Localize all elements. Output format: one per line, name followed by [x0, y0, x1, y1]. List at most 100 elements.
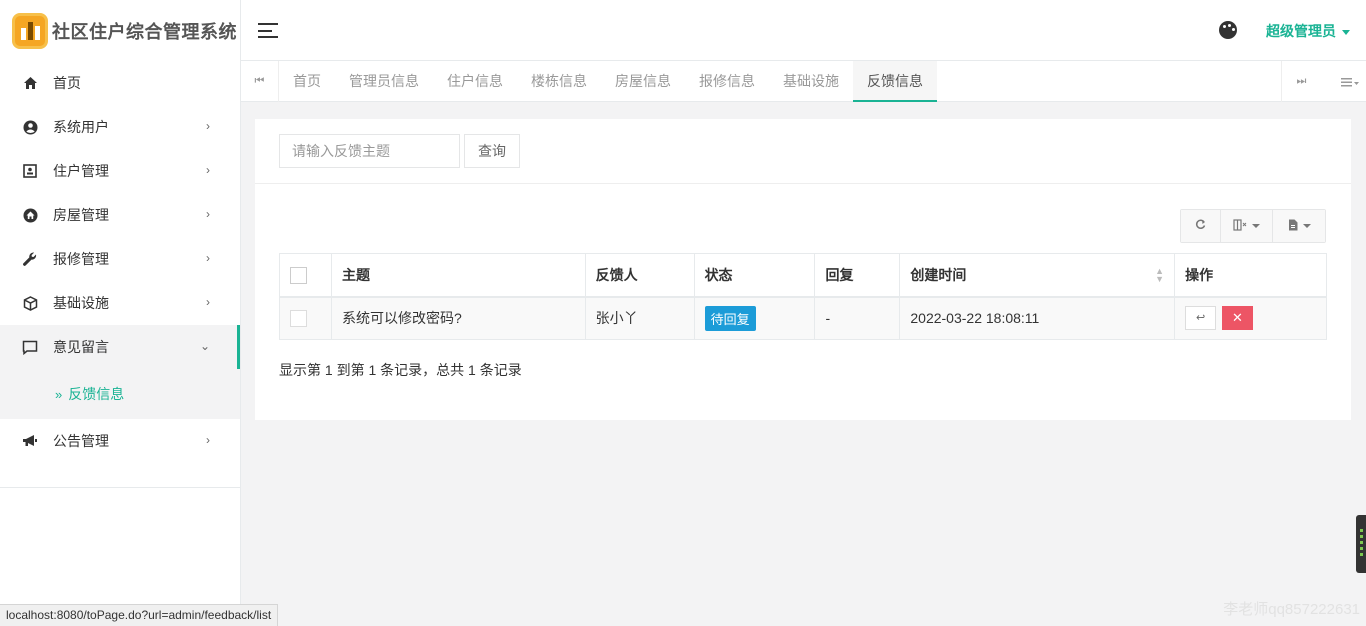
side-widget-handle[interactable]: [1356, 515, 1366, 573]
sidebar-item-label: 首页: [53, 75, 81, 91]
sidebar-item-repairs[interactable]: 报修管理 ›: [0, 237, 240, 281]
tab-repair-info[interactable]: 报修信息: [685, 61, 769, 102]
sidebar-item-label: 住户管理: [53, 163, 109, 179]
sidebar-item-label: 公告管理: [53, 433, 109, 449]
status-badge: 待回复: [704, 305, 756, 331]
chevron-right-icon: ›: [206, 119, 210, 133]
sidebar-divider: [0, 487, 240, 488]
double-chevron-icon: »: [55, 386, 63, 402]
user-circle-icon: [22, 119, 38, 135]
id-card-icon: [22, 163, 38, 179]
columns-icon: [1233, 218, 1247, 234]
refresh-button[interactable]: [1181, 210, 1221, 242]
chevron-right-icon: ›: [206, 251, 210, 265]
caret-down-icon: [1252, 224, 1260, 228]
column-header-subject[interactable]: 主题: [330, 253, 586, 298]
table-header-row: 主题 反馈人 状态 回复 创建时间 ▲ ▼ 操作: [279, 253, 1327, 298]
caret-down-icon: [1302, 224, 1311, 228]
table-row[interactable]: 系统可以修改密码? 张小丫 待回复 - 2022-03-22 18:08:11 …: [279, 296, 1327, 340]
cell-author: 张小丫: [584, 296, 695, 340]
sort-icon[interactable]: ▲ ▼: [1155, 266, 1164, 283]
sidebar-item-feedback[interactable]: 意见留言 ⌄: [0, 325, 240, 369]
chevron-right-icon: ›: [206, 295, 210, 309]
logo[interactable]: 社区住户综合管理系统: [0, 0, 240, 61]
app-title: 社区住户综合管理系统: [52, 21, 237, 42]
page-tabs-bar: ⏮ 首页 管理员信息 住户信息 楼栋信息 房屋信息 报修信息 基础设施 反馈信息…: [241, 61, 1366, 102]
search-button[interactable]: 查询: [464, 134, 520, 168]
tab-building-info[interactable]: 楼栋信息: [517, 61, 601, 102]
sidebar-item-facilities[interactable]: 基础设施 ›: [0, 281, 240, 325]
export-button[interactable]: [1273, 210, 1325, 242]
sidebar-item-label: 房屋管理: [53, 207, 109, 223]
panel-divider: [255, 183, 1351, 184]
chevron-right-icon: ›: [206, 163, 210, 177]
column-header-actions: 操作: [1174, 253, 1327, 298]
delete-button[interactable]: ✕: [1221, 306, 1253, 331]
pagination-info: 显示第 1 到第 1 条记录，总共 1 条记录: [279, 362, 522, 378]
house-icon: [22, 207, 38, 223]
user-name: 超级管理员: [1266, 23, 1336, 39]
sidebar-item-label: 报修管理: [53, 251, 109, 267]
sidebar-subitem-label: 反馈信息: [68, 386, 125, 402]
column-header-created[interactable]: 创建时间 ▲ ▼: [899, 253, 1176, 298]
sidebar-item-announcements[interactable]: 公告管理 ›: [0, 419, 240, 463]
refresh-icon: [1195, 219, 1206, 233]
tab-scroll-right-icon[interactable]: ⏭: [1281, 61, 1321, 102]
watermark: 李老师qq857222631: [1223, 601, 1360, 618]
row-checkbox[interactable]: [290, 310, 307, 328]
cell-reply: -: [814, 296, 901, 340]
tab-options-icon[interactable]: [1333, 61, 1366, 102]
wrench-icon: [22, 251, 38, 267]
select-all-cell: [279, 253, 332, 298]
page-tabs: 首页 管理员信息 住户信息 楼栋信息 房屋信息 报修信息 基础设施 反馈信息: [279, 61, 937, 102]
column-header-author[interactable]: 反馈人: [584, 253, 695, 298]
columns-toggle-button[interactable]: [1221, 210, 1273, 242]
sidebar-item-houses[interactable]: 房屋管理 ›: [0, 193, 240, 237]
palette-icon[interactable]: [1219, 21, 1237, 39]
tab-resident-info[interactable]: 住户信息: [433, 61, 517, 102]
cell-status: 待回复: [693, 296, 816, 340]
feedback-subject-search-input[interactable]: [279, 134, 460, 168]
tab-admin-info[interactable]: 管理员信息: [335, 61, 433, 102]
column-header-status[interactable]: 状态: [693, 253, 816, 298]
caret-down-icon: [1342, 29, 1350, 35]
tab-home[interactable]: 首页: [279, 61, 335, 102]
cell-created: 2022-03-22 18:08:11: [899, 296, 1176, 340]
cell-actions: ↩ ✕: [1174, 296, 1327, 340]
building-logo-icon: [12, 12, 48, 49]
sidebar-item-residents[interactable]: 住户管理 ›: [0, 149, 240, 193]
sidebar-item-system-users[interactable]: 系统用户 ›: [0, 105, 240, 149]
feedback-table: 主题 反馈人 状态 回复 创建时间 ▲ ▼ 操作 系统可以修改密码? 张小丫 待回…: [279, 253, 1327, 340]
sidebar-item-label: 意见留言: [53, 339, 109, 355]
megaphone-icon: [22, 433, 38, 449]
column-header-reply[interactable]: 回复: [814, 253, 901, 298]
menu-toggle-icon[interactable]: [258, 23, 278, 38]
cube-icon: [22, 295, 38, 311]
user-menu[interactable]: 超级管理员: [1266, 21, 1350, 41]
sidebar-item-label: 系统用户: [53, 119, 109, 135]
reply-icon: ↩: [1195, 312, 1206, 325]
tab-scroll-left-icon[interactable]: ⏮: [241, 61, 279, 102]
tab-facilities[interactable]: 基础设施: [769, 61, 853, 102]
chevron-right-icon: ›: [206, 207, 210, 221]
file-export-icon: [1288, 219, 1298, 234]
sidebar-item-home[interactable]: 首页: [0, 61, 240, 105]
comment-icon: [22, 339, 38, 355]
sidebar: 社区住户综合管理系统 首页 系统用户 › 住户管理 › 房屋管理 › 报修管理 …: [0, 0, 241, 626]
browser-status-url: localhost:8080/toPage.do?url=admin/feedb…: [0, 604, 279, 626]
top-header: 超级管理员: [241, 0, 1366, 61]
table-toolbar: [1180, 209, 1326, 243]
select-all-checkbox[interactable]: [290, 266, 307, 284]
chevron-down-icon: ⌄: [199, 339, 210, 353]
tab-house-info[interactable]: 房屋信息: [601, 61, 685, 102]
reply-button[interactable]: ↩: [1185, 306, 1217, 331]
sidebar-nav: 首页 系统用户 › 住户管理 › 房屋管理 › 报修管理 › 基础设施 › 意见…: [0, 61, 240, 463]
feedback-panel: 查询 主题 反馈人 状态 回复: [255, 119, 1351, 420]
cell-subject: 系统可以修改密码?: [330, 296, 586, 340]
column-header-label: 创建时间: [910, 266, 967, 283]
sidebar-subitem-feedback-info[interactable]: » 反馈信息: [0, 369, 240, 419]
chevron-right-icon: ›: [206, 433, 210, 447]
tab-feedback-info[interactable]: 反馈信息: [853, 61, 937, 102]
row-select-cell: [279, 296, 332, 340]
close-icon: ✕: [1232, 310, 1243, 326]
